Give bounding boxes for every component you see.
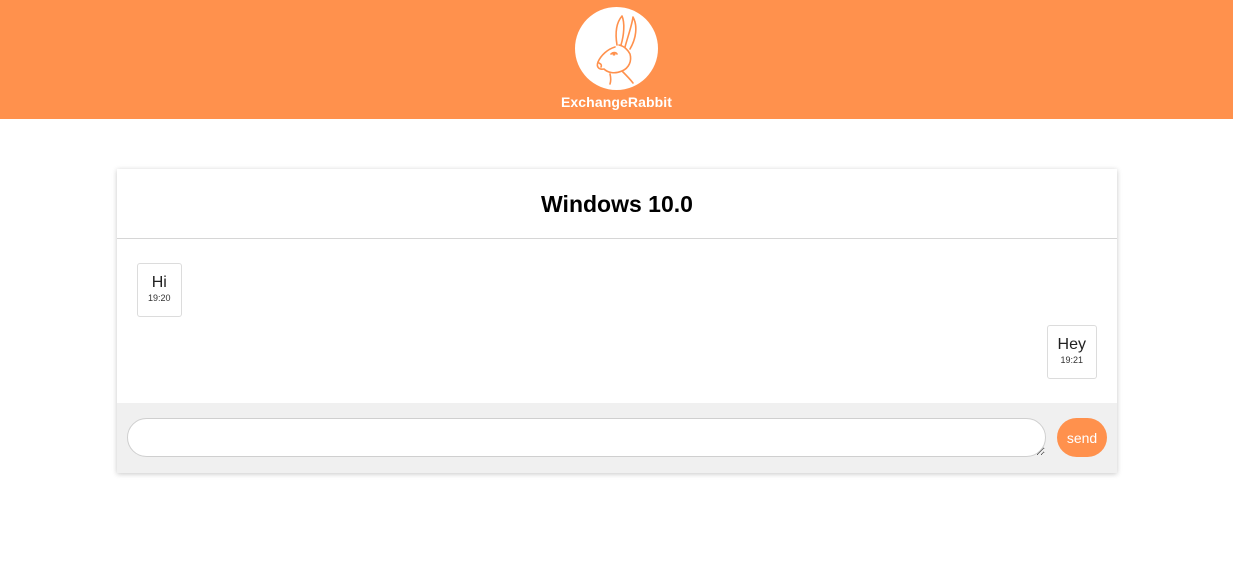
chat-title: Windows 10.0 xyxy=(541,191,693,217)
message-bubble-received: Hi 19:20 xyxy=(137,263,182,317)
message-timestamp: 19:20 xyxy=(148,293,171,303)
message-input[interactable] xyxy=(127,418,1046,457)
message-bubble-sent: Hey 19:21 xyxy=(1046,325,1097,379)
composer-bar: send xyxy=(117,403,1117,473)
send-button[interactable]: send xyxy=(1057,418,1107,457)
top-header: ExchangeRabbit xyxy=(0,0,1233,119)
chat-header: Windows 10.0 xyxy=(117,169,1117,239)
message-timestamp: 19:21 xyxy=(1060,355,1084,365)
message-list: Hi 19:20 Hey 19:21 xyxy=(117,239,1117,403)
rabbit-head-icon xyxy=(596,15,637,85)
brand-logo xyxy=(575,7,658,90)
chat-window: Windows 10.0 Hi 19:20 Hey 19:21 send xyxy=(117,169,1117,473)
message-text: Hi xyxy=(151,274,167,291)
brand-name: ExchangeRabbit xyxy=(560,94,673,110)
message-text: Hey xyxy=(1057,336,1086,353)
